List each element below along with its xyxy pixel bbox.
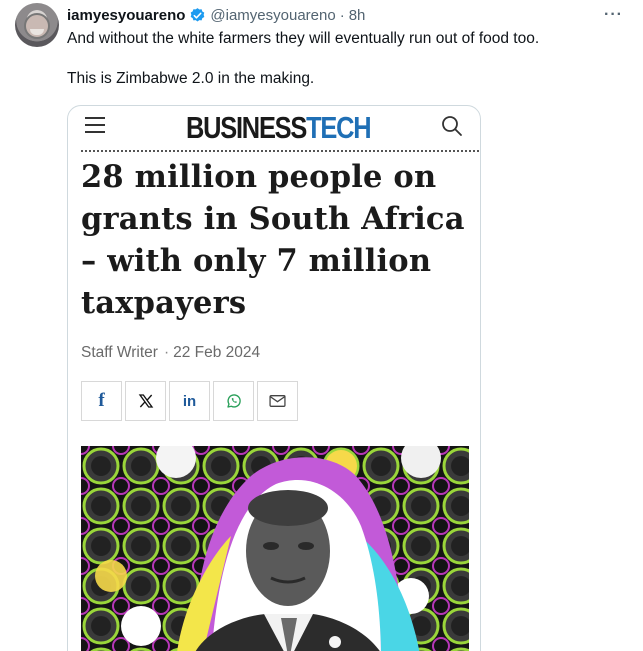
header-separator: · [339,6,345,24]
mail-glyph [269,395,286,407]
tweet-header: iamyesyouareno @iamyesyouareno · 8h [67,4,365,26]
mail-icon [257,381,298,421]
article-byline: Staff Writer · 22 Feb 2024 [81,344,260,362]
author-name: Staff Writer [81,344,158,361]
display-name[interactable]: iamyesyouareno [67,7,185,24]
logo-part-business: BUSINESS [186,110,307,145]
share-buttons: f in [81,381,298,421]
header-divider [81,150,479,152]
publish-date: 22 Feb 2024 [173,344,261,361]
attached-image-card[interactable]: BUSINESSTECH 28 million people on grants… [67,105,481,651]
tweet-line: And without the white farmers they will … [67,30,540,47]
site-header: BUSINESSTECH [68,106,480,148]
x-icon [125,381,166,421]
byline-separator: · [163,344,170,361]
facebook-icon: f [81,381,122,421]
whatsapp-icon [213,381,254,421]
x-logo-glyph [138,394,153,408]
more-horizontal-icon[interactable]: ··· [604,6,623,24]
verified-badge-icon [191,7,205,22]
article-photo [81,446,469,651]
linkedin-icon: in [169,381,210,421]
user-handle[interactable]: @iamyesyouareno [210,7,335,24]
logo-part-tech: TECH [306,110,372,145]
avatar-face [24,13,50,39]
hamburger-menu-icon [85,117,105,133]
tweet-time[interactable]: 8h [349,7,366,24]
article-headline: 28 million people on grants in South Afr… [81,159,465,321]
tweet-line: This is Zimbabwe 2.0 in the making. [67,70,315,87]
search-icon [442,116,462,136]
portrait-illustration [81,446,469,651]
tweet-text: And without the white farmers they will … [67,29,627,109]
user-avatar[interactable] [15,3,59,47]
site-logo: BUSINESSTECH [186,110,372,146]
whatsapp-glyph [226,394,241,408]
